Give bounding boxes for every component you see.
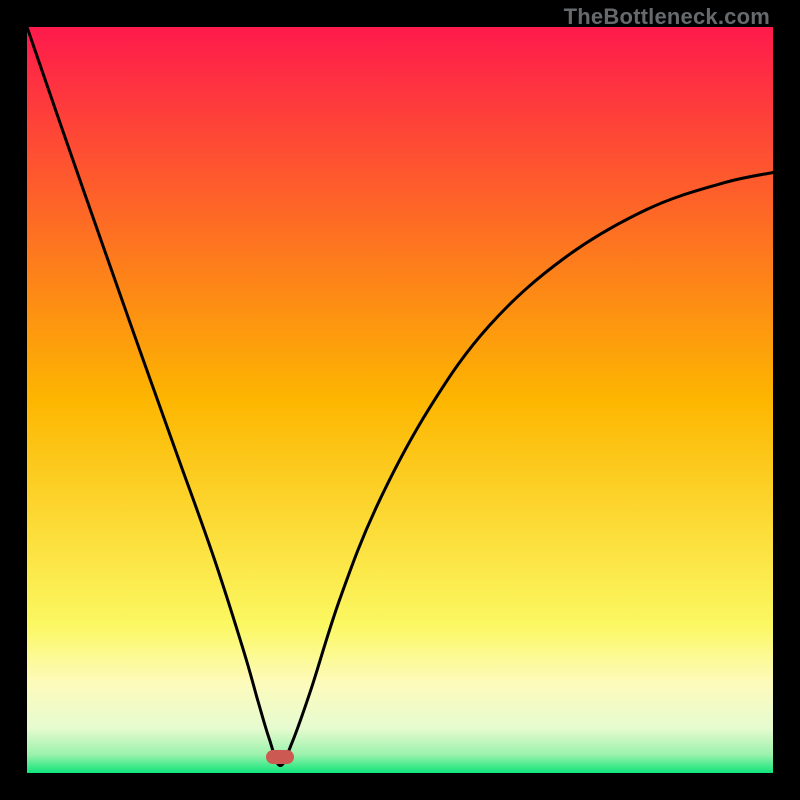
minimum-marker xyxy=(266,750,294,764)
plot-area xyxy=(27,27,773,773)
background-gradient xyxy=(27,27,773,773)
watermark-text: TheBottleneck.com xyxy=(564,4,770,30)
